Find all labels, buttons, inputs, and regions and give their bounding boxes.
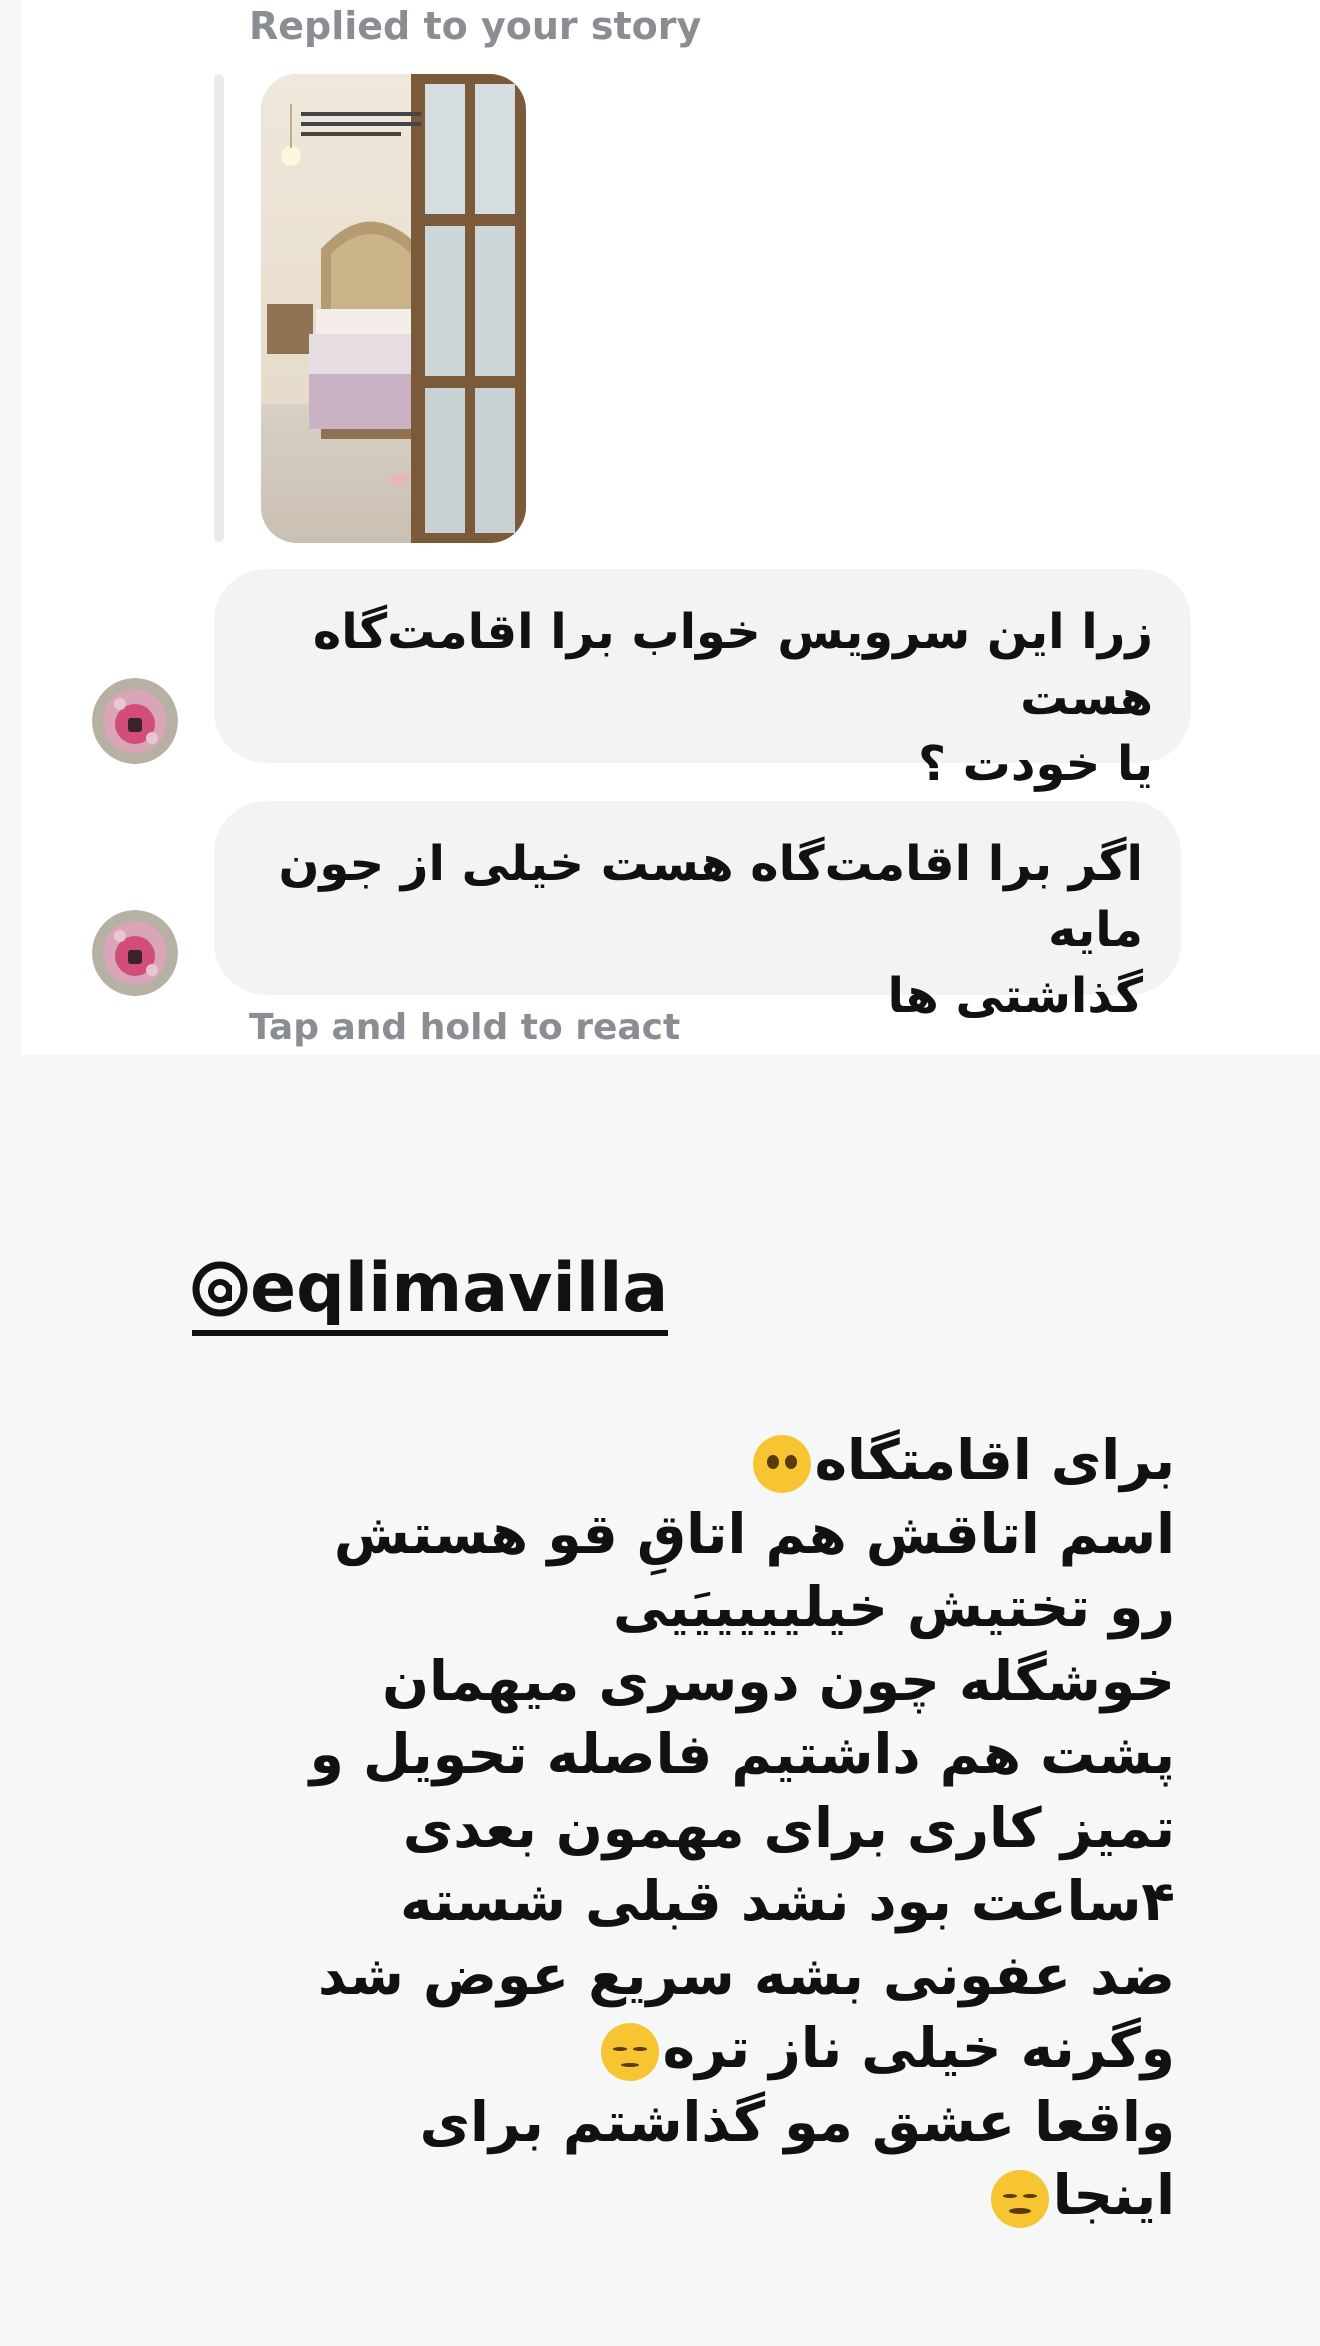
message-bubble[interactable]: اگر برا اقامت‌گاه هست خیلی از جون مایه گ… xyxy=(214,801,1181,1024)
pleading-face-emoji xyxy=(752,1434,811,1493)
tap-to-react-hint: Tap and hold to react xyxy=(249,1007,681,1048)
caption-line: اسم اتاقش هم اتاقِ قو هستش xyxy=(333,1501,1175,1566)
message-text-line: یا خودت ؟ xyxy=(918,736,1153,792)
caption-line: تمیز کاری برای مهمون بعدی xyxy=(402,1795,1175,1860)
account-handle-link[interactable]: eqlimavilla xyxy=(192,1249,669,1336)
account-handle: eqlimavilla xyxy=(250,1249,669,1328)
smiling-face-emoji xyxy=(990,2169,1049,2228)
threads-icon xyxy=(192,1261,248,1317)
caption-line: وگرنه خیلی ناز تره xyxy=(255,2012,1175,2086)
avatar-image xyxy=(92,910,178,996)
message-text-line: اگر برا اقامت‌گاه هست خیلی از جون مایه xyxy=(278,836,1143,958)
caption-line: پشت هم داشتیم فاصله تحویل و xyxy=(309,1722,1175,1786)
caption-line: ضد عفونی بشه سریع عوض شد xyxy=(318,1942,1175,2007)
message-bubble[interactable]: زرا این سرویس خواب برا اقامت‌گاه هست یا … xyxy=(214,569,1191,792)
avatar[interactable] xyxy=(92,910,178,996)
caption-line: ۴ساعت بود نشد قبلی شسته xyxy=(400,1869,1175,1933)
chat-panel: Replied to your story زرا این سرویس خواب… xyxy=(22,0,1320,1055)
caption-line: رو تختیش خیلیییییَیی xyxy=(613,1575,1175,1639)
message-text-line: زرا این سرویس خواب برا اقامت‌گاه هست xyxy=(312,604,1153,726)
relieved-face-emoji xyxy=(600,2022,659,2081)
post-caption: برای اقامتگاه اسم اتاقش هم اتاقِ قو هستش… xyxy=(255,1424,1175,2233)
reply-quote-bar xyxy=(214,74,224,542)
avatar[interactable] xyxy=(92,678,178,764)
avatar-image xyxy=(92,678,178,764)
caption-line: خوشگله چون دوسری میهمان xyxy=(382,1648,1175,1713)
caption-line: اینجا xyxy=(255,2159,1175,2233)
story-thumbnail[interactable] xyxy=(261,74,526,543)
caption-line: برای اقامتگاه xyxy=(255,1424,1175,1498)
bedroom-photo xyxy=(261,74,526,543)
replied-to-story-label: Replied to your story xyxy=(249,4,702,48)
caption-line: واقعا عشق مو گذاشتم برای xyxy=(419,2089,1175,2154)
